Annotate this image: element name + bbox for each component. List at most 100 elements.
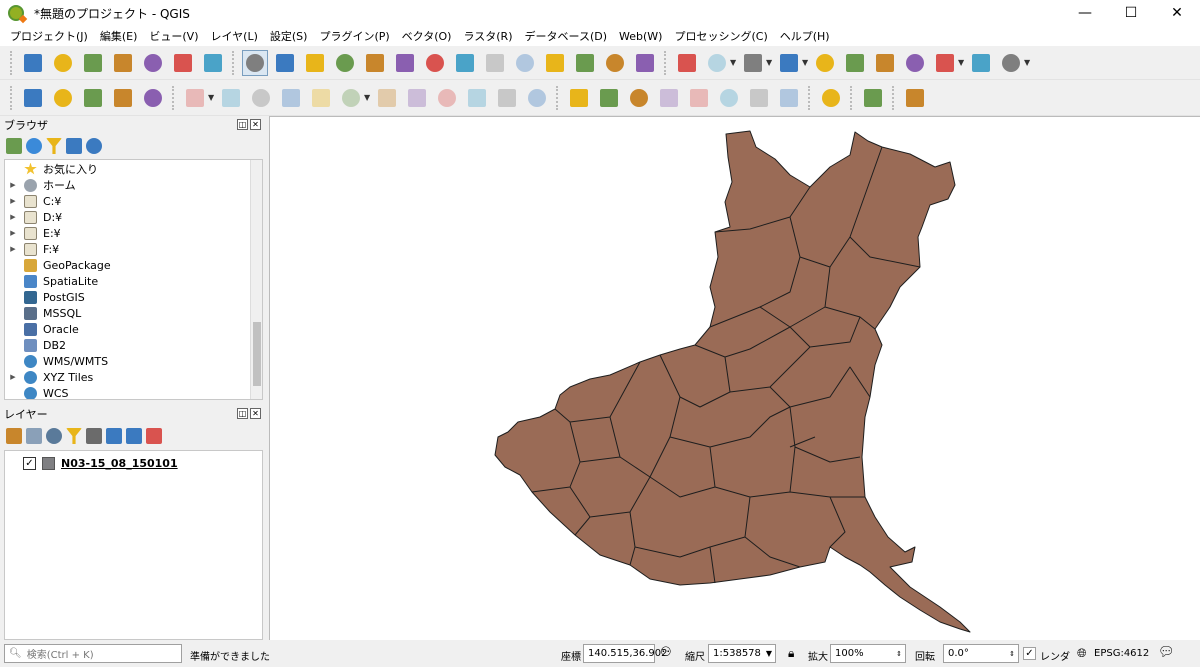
messages-icon[interactable]: 💬︎ xyxy=(1158,645,1175,660)
browser-item-postgis[interactable]: PostGIS xyxy=(5,289,251,305)
menu-item-8[interactable]: データベース(D) xyxy=(519,28,614,44)
globe-icon[interactable]: 🌐︎ xyxy=(1077,646,1087,661)
layer-labeling-button[interactable] xyxy=(626,85,652,111)
info-icon[interactable] xyxy=(86,138,102,154)
open-attribute-table-button[interactable] xyxy=(812,50,838,76)
browser-item-geopackage[interactable]: GeoPackage xyxy=(5,257,251,273)
expand-arrow-icon[interactable]: ▶ xyxy=(8,373,18,381)
change-label-button[interactable] xyxy=(776,85,802,111)
filter-legend-icon[interactable] xyxy=(66,428,82,444)
maximize-button[interactable]: ☐ xyxy=(1108,0,1154,26)
chevron-down-icon[interactable]: ▼ xyxy=(766,58,774,67)
filter-icon[interactable] xyxy=(46,138,62,154)
remove-layer-icon[interactable] xyxy=(146,428,162,444)
browser-item-[interactable]: お気に入り xyxy=(5,161,251,177)
zoom-in-button[interactable] xyxy=(302,50,328,76)
layout-manager-button[interactable] xyxy=(170,50,196,76)
zoom-native-button[interactable] xyxy=(362,50,388,76)
browser-item-[interactable]: ▶ ホーム xyxy=(5,177,251,193)
zoom-full-button[interactable] xyxy=(392,50,418,76)
copy-features-button[interactable] xyxy=(434,85,460,111)
new-virtual-layer-button[interactable] xyxy=(140,85,166,111)
toolbar-grip[interactable] xyxy=(556,85,560,110)
browser-item-mssql[interactable]: MSSQL xyxy=(5,305,251,321)
modify-attributes-button[interactable] xyxy=(338,85,364,111)
show-bookmarks-button[interactable] xyxy=(572,50,598,76)
collapse-all-icon[interactable] xyxy=(66,138,82,154)
help-button[interactable] xyxy=(902,85,928,111)
undo-button[interactable] xyxy=(494,85,520,111)
menu-item-3[interactable]: レイヤ(L) xyxy=(204,28,263,44)
layer-tree[interactable]: ✓ N03-15_08_150101 xyxy=(4,450,263,640)
browser-item-xyz-tiles[interactable]: ▶ XYZ Tiles xyxy=(5,369,251,385)
toolbar-grip[interactable] xyxy=(232,50,236,75)
save-project-button[interactable] xyxy=(80,50,106,76)
expand-arrow-icon[interactable]: ▶ xyxy=(8,197,18,205)
browser-item-db2[interactable]: DB2 xyxy=(5,337,251,353)
delete-selected-button[interactable] xyxy=(374,85,400,111)
magnifier-field[interactable]: 100% ⇕ xyxy=(830,644,906,663)
chevron-down-icon[interactable]: ▼ xyxy=(208,93,216,102)
menu-item-2[interactable]: ビュー(V) xyxy=(143,28,204,44)
menu-item-0[interactable]: プロジェクト(J) xyxy=(4,28,94,44)
toolbar-grip[interactable] xyxy=(10,85,14,110)
expand-arrow-icon[interactable]: ▶ xyxy=(8,181,18,189)
menu-item-9[interactable]: Web(W) xyxy=(613,30,668,43)
toolbar-grip[interactable] xyxy=(664,50,668,75)
menu-item-6[interactable]: ベクタ(O) xyxy=(396,28,458,44)
chevron-down-icon[interactable]: ▼ xyxy=(802,58,810,67)
browser-item-wcs[interactable]: WCS xyxy=(5,385,251,399)
zoom-layer-button[interactable] xyxy=(452,50,478,76)
browser-item-f[interactable]: ▶ F:¥ xyxy=(5,241,251,257)
new-map-view-button[interactable] xyxy=(602,50,628,76)
scale-field[interactable]: 1:538578 ▼ xyxy=(708,644,776,663)
pan-button[interactable] xyxy=(242,49,268,76)
zoom-out-button[interactable] xyxy=(332,50,358,76)
menu-item-1[interactable]: 編集(E) xyxy=(94,28,144,44)
float-panel-icon[interactable]: ◫ xyxy=(237,119,248,130)
open-project-button[interactable] xyxy=(50,50,76,76)
browser-tree[interactable]: お気に入り ▶ ホーム ▶ C:¥ ▶ D:¥ ▶ E:¥ ▶ F:¥ GeoPackage Spati… xyxy=(4,159,263,400)
show-hide-labels-button[interactable] xyxy=(686,85,712,111)
chevron-down-icon[interactable]: ▼ xyxy=(364,93,372,102)
redo-button[interactable] xyxy=(524,85,550,111)
new-spatialite-layer-button[interactable] xyxy=(110,85,136,111)
prefecture-outline[interactable] xyxy=(494,130,971,633)
chevron-down-icon[interactable]: ▼ xyxy=(958,58,966,67)
browser-item-spatialite[interactable]: SpatiaLite xyxy=(5,273,251,289)
add-feature-button[interactable] xyxy=(278,85,304,111)
zoom-selection-button[interactable] xyxy=(422,50,448,76)
measure-button[interactable] xyxy=(932,50,958,76)
field-calculator-button[interactable] xyxy=(842,50,868,76)
browser-item-d[interactable]: ▶ D:¥ xyxy=(5,209,251,225)
menu-item-10[interactable]: プロセッシング(C) xyxy=(668,28,773,44)
chevron-down-icon[interactable]: ▼ xyxy=(730,58,738,67)
style-manager-button[interactable] xyxy=(200,50,226,76)
browser-item-c[interactable]: ▶ C:¥ xyxy=(5,193,251,209)
expand-arrow-icon[interactable]: ▶ xyxy=(8,213,18,221)
manage-visibility-icon[interactable] xyxy=(46,428,62,444)
menu-item-4[interactable]: 設定(S) xyxy=(264,28,314,44)
crs-label[interactable]: EPSG:4612 xyxy=(1094,648,1149,659)
expand-arrow-icon[interactable]: ▶ xyxy=(8,245,18,253)
menu-item-7[interactable]: ラスタ(R) xyxy=(457,28,518,44)
browser-item-wms-wmts[interactable]: WMS/WMTS xyxy=(5,353,251,369)
map-tips-button[interactable] xyxy=(968,50,994,76)
diagram-button[interactable] xyxy=(596,85,622,111)
close-panel-icon[interactable]: ✕ xyxy=(250,408,261,419)
add-selected-layers-icon[interactable] xyxy=(6,138,22,154)
save-as-button[interactable] xyxy=(110,50,136,76)
deselect-button[interactable] xyxy=(776,50,802,76)
identify-button[interactable] xyxy=(674,50,700,76)
print-layout-button[interactable] xyxy=(140,50,166,76)
pan-to-selection-button[interactable] xyxy=(272,50,298,76)
toggle-editing-button[interactable] xyxy=(218,85,244,111)
new-geopackage-layer-button[interactable] xyxy=(50,85,76,111)
text-annotation-button[interactable] xyxy=(998,50,1024,76)
collapse-all-icon[interactable] xyxy=(126,428,142,444)
save-edits-button[interactable] xyxy=(248,85,274,111)
float-panel-icon[interactable]: ◫ xyxy=(237,408,248,419)
layer-visibility-checkbox[interactable]: ✓ xyxy=(23,456,36,470)
close-button[interactable]: ✕ xyxy=(1154,0,1200,26)
new-bookmark-button[interactable] xyxy=(542,50,568,76)
